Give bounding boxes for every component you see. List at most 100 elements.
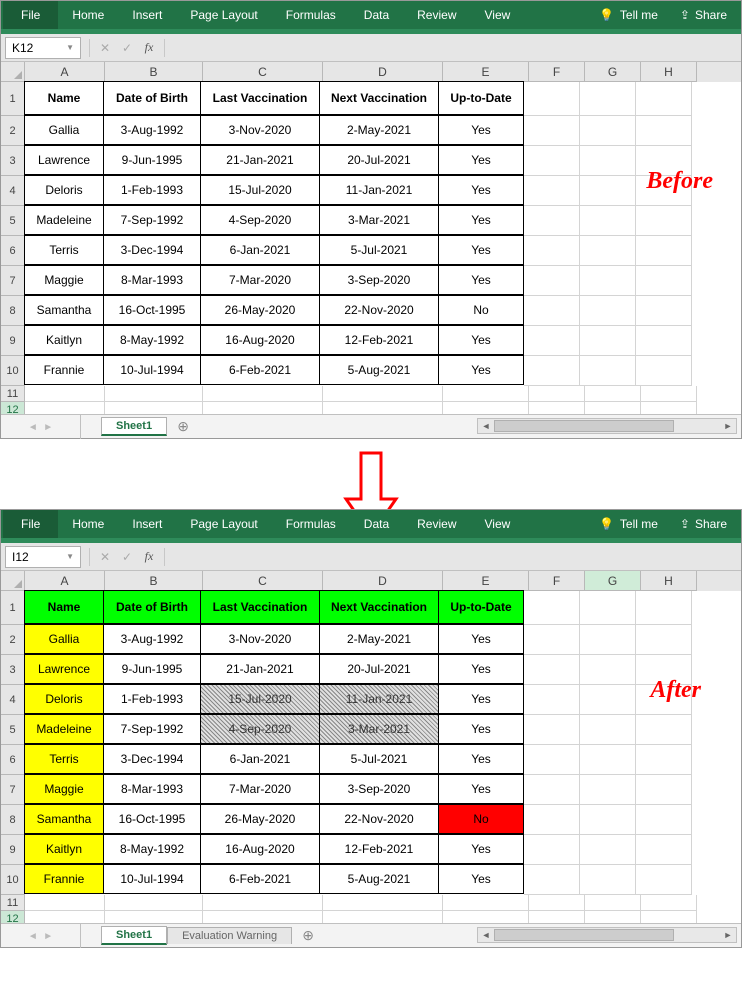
data-cell[interactable]: 6-Feb-2021 xyxy=(200,355,320,385)
column-header-H[interactable]: H xyxy=(641,571,697,591)
add-sheet-button[interactable]: ⊕ xyxy=(173,418,193,435)
column-header-E[interactable]: E xyxy=(443,571,529,591)
ribbon-tab-page-layout[interactable]: Page Layout xyxy=(176,1,271,29)
data-cell[interactable]: 9-Jun-1995 xyxy=(103,145,201,175)
cell-G5[interactable] xyxy=(580,715,636,745)
sheet-nav[interactable]: ◄ ► xyxy=(1,415,81,439)
spreadsheet-grid[interactable]: ABCDEFGH 1NameDate of BirthLast Vaccinat… xyxy=(1,571,741,923)
row-header-1[interactable]: 1 xyxy=(1,591,25,625)
row-header-6[interactable]: 6 xyxy=(1,745,25,775)
cell-F5[interactable] xyxy=(524,206,580,236)
header-cell-date-of-birth[interactable]: Date of Birth xyxy=(103,81,201,115)
ribbon-tab-page-layout[interactable]: Page Layout xyxy=(176,510,271,538)
data-cell[interactable]: 7-Mar-2020 xyxy=(200,774,320,804)
add-sheet-button[interactable]: ⊕ xyxy=(298,927,318,944)
data-cell[interactable]: Madeleine xyxy=(24,205,104,235)
cell-A11[interactable] xyxy=(25,895,105,911)
cell-B11[interactable] xyxy=(105,895,203,911)
cell-F4[interactable] xyxy=(524,685,580,715)
data-cell[interactable]: 8-Mar-1993 xyxy=(103,774,201,804)
data-cell[interactable]: Yes xyxy=(438,744,524,774)
share-button[interactable]: ⇪Share xyxy=(668,8,739,22)
cell-H8[interactable] xyxy=(636,296,692,326)
cell-F6[interactable] xyxy=(524,236,580,266)
data-cell[interactable]: 6-Jan-2021 xyxy=(200,235,320,265)
cell-C12[interactable] xyxy=(203,911,323,923)
data-cell[interactable]: 16-Aug-2020 xyxy=(200,325,320,355)
cell-G1[interactable] xyxy=(580,591,636,625)
cell-F7[interactable] xyxy=(524,775,580,805)
data-cell[interactable]: 4-Sep-2020 xyxy=(200,205,320,235)
data-cell[interactable]: 5-Jul-2021 xyxy=(319,235,439,265)
data-cell[interactable]: Frannie xyxy=(24,355,104,385)
data-cell[interactable]: Yes xyxy=(438,654,524,684)
cell-G4[interactable] xyxy=(580,176,636,206)
data-cell[interactable]: 1-Feb-1993 xyxy=(103,684,201,714)
header-cell-up-to-date[interactable]: Up-to-Date xyxy=(438,590,524,624)
data-cell[interactable]: Yes xyxy=(438,205,524,235)
header-cell-date-of-birth[interactable]: Date of Birth xyxy=(103,590,201,624)
column-header-F[interactable]: F xyxy=(529,62,585,82)
cell-F3[interactable] xyxy=(524,146,580,176)
cell-A12[interactable] xyxy=(25,402,105,414)
cell-F6[interactable] xyxy=(524,745,580,775)
cell-H2[interactable] xyxy=(636,625,692,655)
ribbon-tab-view[interactable]: View xyxy=(471,1,525,29)
data-cell[interactable]: Yes xyxy=(438,115,524,145)
column-header-A[interactable]: A xyxy=(25,62,105,82)
horizontal-scrollbar[interactable]: ◄► xyxy=(477,927,737,943)
horizontal-scrollbar[interactable]: ◄► xyxy=(477,418,737,434)
column-header-B[interactable]: B xyxy=(105,62,203,82)
sheet-tab-evaluation[interactable]: Evaluation Warning xyxy=(167,927,292,944)
data-cell[interactable]: Gallia xyxy=(24,115,104,145)
cell-H12[interactable] xyxy=(641,402,697,414)
data-cell[interactable]: 6-Jan-2021 xyxy=(200,744,320,774)
data-cell[interactable]: Terris xyxy=(24,235,104,265)
cell-A11[interactable] xyxy=(25,386,105,402)
data-cell[interactable]: 7-Sep-1992 xyxy=(103,205,201,235)
cell-F10[interactable] xyxy=(524,865,580,895)
row-header-6[interactable]: 6 xyxy=(1,236,25,266)
cell-F8[interactable] xyxy=(524,805,580,835)
column-header-C[interactable]: C xyxy=(203,62,323,82)
data-cell[interactable]: 22-Nov-2020 xyxy=(319,804,439,834)
cell-H11[interactable] xyxy=(641,386,697,402)
data-cell[interactable]: 3-Sep-2020 xyxy=(319,774,439,804)
row-header-4[interactable]: 4 xyxy=(1,176,25,206)
cell-G6[interactable] xyxy=(580,236,636,266)
data-cell[interactable]: Maggie xyxy=(24,774,104,804)
cell-G2[interactable] xyxy=(580,116,636,146)
row-header-11[interactable]: 11 xyxy=(1,895,25,911)
row-header-4[interactable]: 4 xyxy=(1,685,25,715)
row-header-1[interactable]: 1 xyxy=(1,82,25,116)
cell-H2[interactable] xyxy=(636,116,692,146)
data-cell[interactable]: Lawrence xyxy=(24,145,104,175)
ribbon-tab-file[interactable]: File xyxy=(3,1,58,29)
select-all-triangle[interactable] xyxy=(1,62,25,82)
cell-E12[interactable] xyxy=(443,402,529,414)
cell-F7[interactable] xyxy=(524,266,580,296)
cell-B12[interactable] xyxy=(105,402,203,414)
row-header-5[interactable]: 5 xyxy=(1,715,25,745)
data-cell[interactable]: Deloris xyxy=(24,684,104,714)
name-box[interactable]: K12▼ xyxy=(5,37,81,59)
cell-E11[interactable] xyxy=(443,386,529,402)
column-header-D[interactable]: D xyxy=(323,571,443,591)
cell-G2[interactable] xyxy=(580,625,636,655)
ribbon-tab-formulas[interactable]: Formulas xyxy=(272,1,350,29)
data-cell[interactable]: 8-May-1992 xyxy=(103,834,201,864)
cell-F5[interactable] xyxy=(524,715,580,745)
data-cell[interactable]: Yes xyxy=(438,175,524,205)
header-cell-next-vaccination[interactable]: Next Vaccination xyxy=(319,81,439,115)
cell-F2[interactable] xyxy=(524,625,580,655)
cell-G4[interactable] xyxy=(580,685,636,715)
cell-B11[interactable] xyxy=(105,386,203,402)
data-cell[interactable]: 3-Mar-2021 xyxy=(319,205,439,235)
row-header-12[interactable]: 12 xyxy=(1,911,25,923)
row-header-2[interactable]: 2 xyxy=(1,116,25,146)
data-cell[interactable]: 20-Jul-2021 xyxy=(319,145,439,175)
data-cell[interactable]: 3-Nov-2020 xyxy=(200,624,320,654)
data-cell[interactable]: Yes xyxy=(438,145,524,175)
row-header-7[interactable]: 7 xyxy=(1,775,25,805)
cell-F12[interactable] xyxy=(529,911,585,923)
